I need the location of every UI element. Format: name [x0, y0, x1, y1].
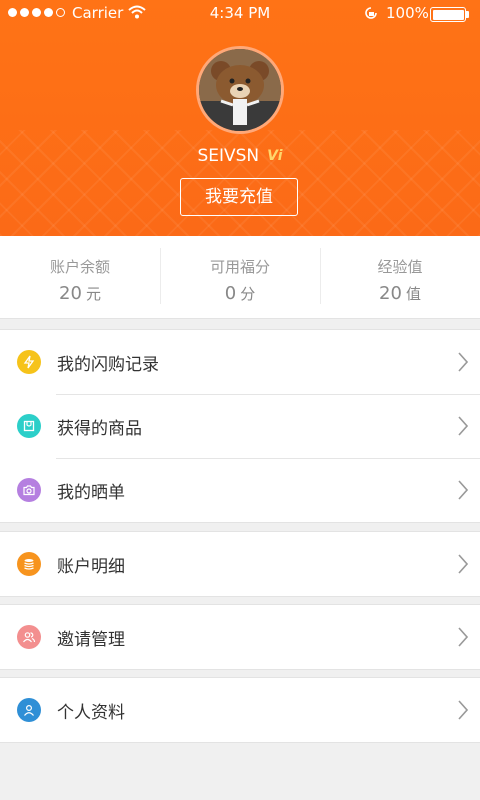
profile-header: Carrier 4:34 PM 100% SEIVSN Vi 我要充值	[0, 0, 480, 236]
battery-icon	[430, 7, 466, 22]
menu-item-label: 邀请管理	[57, 629, 125, 650]
stat-balance[interactable]: 账户余额 20 元	[0, 236, 160, 318]
chevron-right-icon	[458, 480, 468, 500]
stat-label: 可用福分	[209, 258, 270, 276]
menu-group-profile: 个人资料	[0, 677, 480, 743]
menu-item-personal-info[interactable]: 个人资料	[0, 678, 480, 742]
menu-item-flash-records[interactable]: 我的闪购记录	[0, 330, 480, 394]
menu-item-label: 获得的商品	[57, 418, 142, 439]
stat-value: 20	[379, 283, 402, 304]
menu-group-invite: 邀请管理	[0, 604, 480, 670]
stat-label: 账户余额	[49, 258, 110, 276]
menu-item-invite-management[interactable]: 邀请管理	[0, 605, 480, 669]
menu-item-won-goods[interactable]: 获得的商品	[0, 394, 480, 458]
bag-icon	[17, 414, 41, 438]
lightning-icon	[17, 350, 41, 374]
stat-value: 0	[224, 283, 237, 304]
chevron-right-icon	[458, 627, 468, 647]
chevron-right-icon	[458, 352, 468, 372]
coins-icon	[17, 552, 41, 576]
users-icon	[17, 625, 41, 649]
menu-group-records: 我的闪购记录 获得的商品 我的晒单	[0, 329, 480, 523]
person-icon	[17, 698, 41, 722]
stat-label: 经验值	[377, 258, 423, 276]
status-bar: Carrier 4:34 PM 100%	[0, 0, 480, 28]
stat-unit: 元	[85, 285, 101, 303]
account-stats: 账户余额 20 元 可用福分 0分 经验值 20 值	[0, 236, 480, 319]
menu-item-label: 我的闪购记录	[57, 354, 159, 375]
stat-value: 20	[59, 283, 82, 304]
menu-item-label: 我的晒单	[57, 482, 125, 503]
username: SEIVSN	[197, 146, 260, 166]
chevron-right-icon	[458, 416, 468, 436]
menu-item-label: 账户明细	[57, 556, 125, 577]
stat-unit: 值	[405, 285, 421, 303]
menu-group-account: 账户明细	[0, 531, 480, 597]
stat-unit: 分	[240, 285, 256, 303]
battery-percent: 100%	[386, 4, 429, 22]
username-line: SEIVSN Vi	[0, 146, 480, 166]
avatar[interactable]	[196, 46, 284, 134]
chevron-right-icon	[458, 554, 468, 574]
rotation-lock-icon	[365, 7, 377, 19]
menu-item-account-details[interactable]: 账户明细	[0, 532, 480, 596]
chevron-right-icon	[458, 700, 468, 720]
menu-item-label: 个人资料	[57, 702, 125, 723]
camera-icon	[17, 478, 41, 502]
stat-points[interactable]: 可用福分 0分	[160, 236, 320, 318]
vip-badge-icon: Vi	[267, 148, 283, 164]
stat-experience[interactable]: 经验值 20 值	[320, 236, 480, 318]
menu-item-my-posts[interactable]: 我的晒单	[0, 458, 480, 522]
recharge-button[interactable]: 我要充值	[180, 178, 298, 216]
